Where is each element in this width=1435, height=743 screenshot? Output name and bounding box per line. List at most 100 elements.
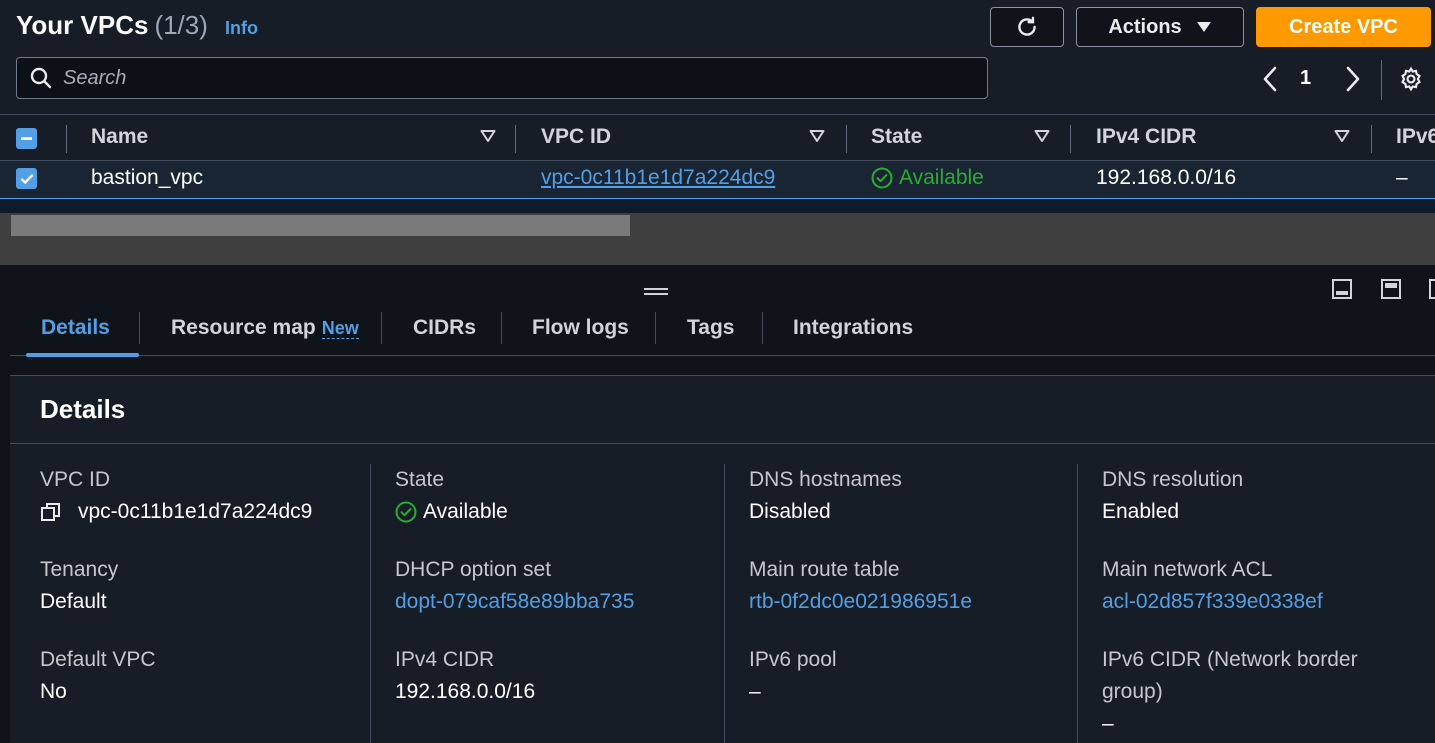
details-container: Details VPC ID vpc-0c11b1e1d7a224dc9 Ten… <box>10 375 1435 743</box>
field-value: Available <box>395 496 715 528</box>
search-input[interactable] <box>63 66 963 90</box>
field-value: Default <box>40 590 107 613</box>
column-header-name[interactable]: Name <box>91 125 148 149</box>
sort-down-icon[interactable] <box>480 129 496 143</box>
table-row[interactable]: bastion_vpc vpc-0c11b1e1d7a224dc9 Availa… <box>0 161 1435 199</box>
column-divider <box>846 125 847 153</box>
field-label: DNS resolution <box>1102 468 1244 491</box>
details-header: Details <box>10 376 1435 444</box>
tab-details[interactable]: Details <box>41 316 110 340</box>
checkmark-icon <box>20 173 33 184</box>
field-value: 192.168.0.0/16 <box>395 680 536 703</box>
active-tab-indicator <box>26 353 139 357</box>
search-icon <box>30 67 52 89</box>
field-label: Default VPC <box>40 648 156 671</box>
state-value: Available <box>423 500 508 523</box>
tab-divider <box>501 312 502 344</box>
page-header: Your VPCs(1/3) Info Actions Create VPC 1 <box>0 0 1435 114</box>
panel-bottom-icon[interactable] <box>1331 278 1353 300</box>
sort-down-icon[interactable] <box>1034 129 1050 143</box>
tab-integrations[interactable]: Integrations <box>793 316 913 340</box>
field-dns-resolution: DNS resolution Enabled <box>1102 464 1422 528</box>
resize-handle-icon[interactable] <box>643 286 669 296</box>
field-value: – <box>749 680 761 703</box>
field-main-route-table: Main route table rtb-0f2dc0e021986951e <box>749 554 1069 618</box>
column-divider <box>515 125 516 153</box>
info-link[interactable]: Info <box>225 18 258 39</box>
field-label: IPv4 CIDR <box>395 648 495 671</box>
chevron-left-icon <box>1263 66 1277 92</box>
field-label: DNS hostnames <box>749 468 902 491</box>
select-all-checkbox[interactable] <box>16 128 37 149</box>
actions-label: Actions <box>1108 15 1182 38</box>
vpc-id-value: vpc-0c11b1e1d7a224dc9 <box>78 500 313 523</box>
cell-ipv6: – <box>1396 166 1408 189</box>
column-divider <box>1077 464 1078 743</box>
field-value: vpc-0c11b1e1d7a224dc9 <box>40 496 360 528</box>
panel-side-icon[interactable] <box>1380 278 1402 300</box>
row-checkbox[interactable] <box>16 168 37 189</box>
field-main-network-acl: Main network ACL acl-02d857f339e0338ef <box>1102 554 1422 618</box>
details-heading: Details <box>40 394 126 424</box>
field-label: VPC ID <box>40 468 111 491</box>
column-header-vpc-id[interactable]: VPC ID <box>541 125 611 149</box>
prev-page-button[interactable] <box>1257 64 1283 94</box>
tab-resource-map[interactable]: Resource map New <box>171 316 359 340</box>
create-vpc-button[interactable]: Create VPC <box>1256 7 1431 47</box>
field-label: DHCP option set <box>395 558 552 581</box>
preferences-button[interactable] <box>1396 64 1426 94</box>
column-header-state[interactable]: State <box>871 125 922 149</box>
main-route-table-link[interactable]: rtb-0f2dc0e021986951e <box>749 586 1069 618</box>
copy-icon[interactable] <box>40 501 62 523</box>
refresh-button[interactable] <box>990 7 1064 47</box>
dhcp-option-set-link[interactable]: dopt-079caf58e89bba735 <box>395 586 715 618</box>
table-header: Name VPC ID State IPv4 CIDR IPv6 <box>0 114 1435 161</box>
field-label: IPv6 CIDR (Network border group) <box>1102 648 1358 703</box>
tab-cidrs[interactable]: CIDRs <box>413 316 476 340</box>
tab-divider <box>139 312 140 344</box>
next-page-button[interactable] <box>1340 64 1366 94</box>
caret-down-icon <box>1196 22 1211 32</box>
new-badge: New <box>321 318 359 339</box>
field-label: Tenancy <box>40 558 119 581</box>
column-divider <box>66 125 67 153</box>
field-ipv6-pool: IPv6 pool – <box>749 644 1069 708</box>
field-value: No <box>40 680 67 703</box>
tab-flow-logs[interactable]: Flow logs <box>532 316 629 340</box>
cell-vpc-id-link[interactable]: vpc-0c11b1e1d7a224dc9 <box>541 166 775 190</box>
field-label: State <box>395 468 445 491</box>
cell-ipv4-cidr: 192.168.0.0/16 <box>1096 166 1237 189</box>
column-header-ipv6[interactable]: IPv6 <box>1396 125 1435 149</box>
field-label: IPv6 pool <box>749 648 837 671</box>
panel-close-icon[interactable] <box>1428 278 1435 300</box>
refresh-icon <box>1018 16 1036 36</box>
field-value: – <box>1102 712 1114 735</box>
field-label: Main network ACL <box>1102 558 1273 581</box>
sort-down-icon[interactable] <box>1334 129 1350 143</box>
field-state: State Available <box>395 464 715 528</box>
sort-down-icon[interactable] <box>809 129 825 143</box>
field-value: Enabled <box>1102 500 1180 523</box>
indeterminate-icon <box>21 137 32 140</box>
tab-resource-map-label: Resource map <box>171 316 316 339</box>
column-header-ipv4-cidr[interactable]: IPv4 CIDR <box>1096 125 1196 149</box>
scrollbar-thumb[interactable] <box>11 215 630 236</box>
search-box[interactable] <box>16 57 988 99</box>
cell-state: Available <box>871 166 984 190</box>
tab-divider <box>655 312 656 344</box>
tab-list: Details Resource map New CIDRs Flow logs … <box>10 302 1435 357</box>
cell-name: bastion_vpc <box>91 166 204 189</box>
main-network-acl-link[interactable]: acl-02d857f339e0338ef <box>1102 586 1422 618</box>
field-dhcp-option-set: DHCP option set dopt-079caf58e89bba735 <box>395 554 715 618</box>
tab-tags[interactable]: Tags <box>687 316 734 340</box>
field-vpc-id: VPC ID vpc-0c11b1e1d7a224dc9 <box>40 464 360 528</box>
actions-dropdown[interactable]: Actions <box>1076 7 1244 47</box>
page-title: Your VPCs (1/3) <box>16 10 208 41</box>
page-number[interactable]: 1 <box>1300 67 1311 90</box>
horizontal-scrollbar[interactable] <box>0 213 1435 265</box>
field-label: Main route table <box>749 558 900 581</box>
selection-count: (1/3) <box>154 10 208 40</box>
field-default-vpc: Default VPC No <box>40 644 360 708</box>
next-row-partial <box>0 199 1435 213</box>
tab-divider <box>762 312 763 344</box>
